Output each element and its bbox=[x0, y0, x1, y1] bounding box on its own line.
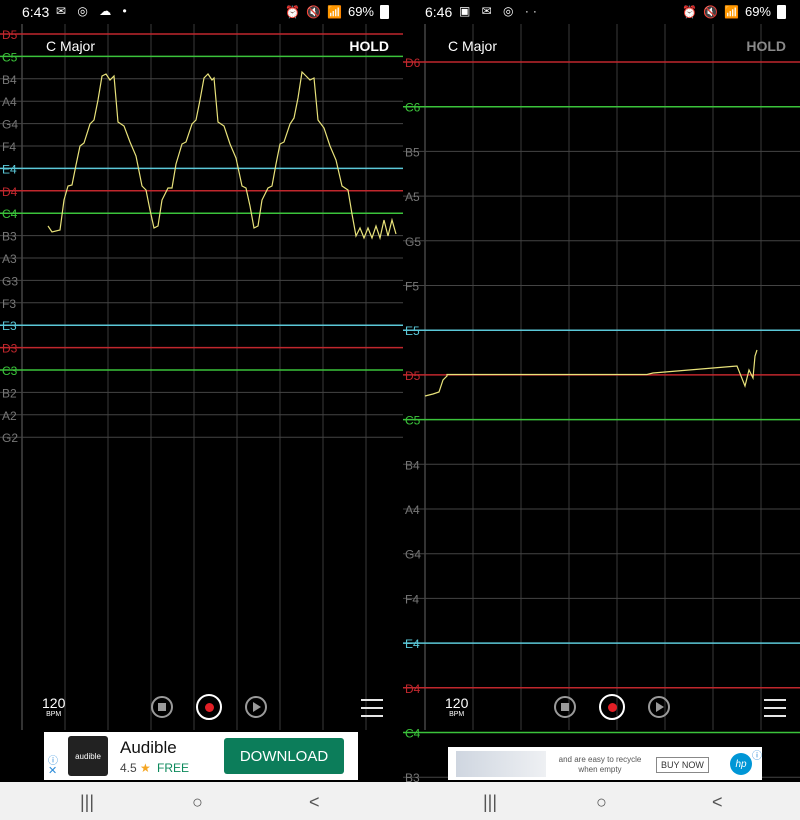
note-label-d4: D4 bbox=[2, 185, 18, 199]
note-label-f5: F5 bbox=[405, 280, 419, 294]
pitch-staff: D5 C5 B4 A4 G4 F4 E4 D4 C4 B3 A3 G3 F3 E3 D3 C3 B2 A2 G2 bbox=[0, 24, 403, 730]
star-icon: ★ bbox=[140, 761, 151, 775]
bpm-value: 120 bbox=[445, 695, 469, 711]
stop-icon bbox=[158, 703, 166, 711]
recents-button[interactable]: ||| bbox=[483, 792, 497, 813]
transport-controls: 120 BPM bbox=[0, 690, 403, 730]
note-label-b3: B3 bbox=[2, 230, 17, 244]
pitch-trace bbox=[424, 349, 758, 397]
note-label-e4: E4 bbox=[2, 162, 17, 176]
hold-button[interactable]: HOLD bbox=[746, 38, 786, 54]
key-selector[interactable]: C Major bbox=[448, 38, 497, 54]
note-label-g4: G4 bbox=[405, 548, 421, 562]
note-label-f4: F4 bbox=[405, 592, 419, 606]
note-label-d5: D5 bbox=[2, 28, 18, 42]
ad-info-icon[interactable]: ⓘ bbox=[752, 747, 762, 762]
note-label-c3: C3 bbox=[2, 364, 18, 378]
hp-logo: hp bbox=[730, 753, 752, 775]
note-label-f4: F4 bbox=[2, 140, 16, 154]
play-button[interactable] bbox=[648, 696, 670, 718]
ad-close-icon[interactable]: ✕ bbox=[48, 764, 57, 777]
home-button[interactable]: ○ bbox=[192, 792, 203, 813]
note-label-e4: E4 bbox=[405, 637, 420, 651]
note-label-a5: A5 bbox=[405, 190, 420, 204]
back-button[interactable]: < bbox=[309, 792, 320, 813]
note-label-g3: G3 bbox=[2, 274, 18, 288]
note-label-b2: B2 bbox=[2, 386, 17, 400]
system-nav-bar: ||| ○ < ||| ○ < bbox=[0, 782, 800, 820]
bpm-value: 120 bbox=[42, 695, 66, 711]
note-label-c5: C5 bbox=[2, 50, 18, 64]
back-button[interactable]: < bbox=[712, 792, 723, 813]
play-button[interactable] bbox=[245, 696, 267, 718]
note-label-c4: C4 bbox=[2, 207, 18, 221]
home-button[interactable]: ○ bbox=[596, 792, 607, 813]
note-label-a2: A2 bbox=[2, 409, 17, 423]
play-icon bbox=[253, 702, 261, 712]
note-label-g4: G4 bbox=[2, 118, 18, 132]
menu-button[interactable] bbox=[764, 699, 786, 717]
right-screen: 6:46 ▣ ✉ ◎ ·· ⏰ 🔇 📶 69% D6 C6 B5 A5 G5 F5 E5 D5… bbox=[403, 0, 800, 782]
note-label-d5: D5 bbox=[405, 369, 421, 383]
note-label-d3: D3 bbox=[2, 342, 18, 356]
pitch-staff: D6C6B5A5G5F5E5D5C5B4A4G4F4E4D4C4B3A3 bbox=[403, 24, 800, 782]
note-label-b4: B4 bbox=[405, 458, 420, 472]
stop-button[interactable] bbox=[554, 696, 576, 718]
note-label-d6: D6 bbox=[405, 56, 421, 70]
ad-product-image bbox=[456, 751, 546, 777]
note-label-a4: A4 bbox=[405, 503, 420, 517]
record-icon bbox=[607, 702, 617, 712]
record-button[interactable] bbox=[196, 694, 222, 720]
note-label-b5: B5 bbox=[405, 145, 420, 159]
note-label-b3: B3 bbox=[405, 771, 420, 782]
recents-button[interactable]: ||| bbox=[80, 792, 94, 813]
stop-button[interactable] bbox=[151, 696, 173, 718]
bpm-unit: BPM bbox=[46, 711, 62, 718]
stop-icon bbox=[561, 703, 569, 711]
note-label-a4: A4 bbox=[2, 95, 17, 109]
note-label-f3: F3 bbox=[2, 297, 16, 311]
record-button[interactable] bbox=[599, 694, 625, 720]
ad-price: FREE bbox=[157, 761, 190, 775]
tempo-display[interactable]: 120 BPM bbox=[42, 696, 65, 719]
transport-controls: 120 BPM bbox=[403, 690, 800, 730]
ad-rating: 4.5 ★ bbox=[120, 761, 151, 775]
ad-banner[interactable]: ⓘ ✕ audible Audible 4.5 ★ FREE DOWNLOAD bbox=[44, 732, 358, 780]
ad-title: Audible bbox=[120, 738, 177, 757]
rating-value: 4.5 bbox=[120, 761, 137, 775]
logo-text: audible bbox=[75, 751, 101, 761]
hold-button[interactable]: HOLD bbox=[349, 38, 389, 54]
play-icon bbox=[656, 702, 664, 712]
ad-text: and are easy to recycle when empty bbox=[558, 755, 642, 774]
note-label-a3: A3 bbox=[2, 252, 17, 266]
key-selector[interactable]: C Major bbox=[46, 38, 95, 54]
note-label-g5: G5 bbox=[405, 235, 421, 249]
bpm-unit: BPM bbox=[449, 711, 465, 718]
note-label-c6: C6 bbox=[405, 101, 421, 115]
download-button[interactable]: DOWNLOAD bbox=[224, 738, 344, 774]
note-label-e3: E3 bbox=[2, 319, 17, 333]
note-label-g2: G2 bbox=[2, 431, 18, 445]
buy-now-button[interactable]: BUY NOW bbox=[656, 757, 709, 773]
ad-banner[interactable]: and are easy to recycle when empty BUY N… bbox=[448, 747, 762, 780]
record-icon bbox=[204, 702, 214, 712]
note-label-c5: C5 bbox=[405, 414, 421, 428]
left-screen: 6:43 ✉ ◎ ☁ • ⏰ 🔇 📶 69% D5 C5 B4 A4 G4 F4 E4 D4 C… bbox=[0, 0, 403, 782]
note-label-b4: B4 bbox=[2, 73, 17, 87]
tempo-display[interactable]: 120 BPM bbox=[445, 696, 468, 719]
menu-button[interactable] bbox=[361, 699, 383, 717]
note-label-e5: E5 bbox=[405, 324, 420, 338]
audible-logo: audible bbox=[68, 736, 108, 776]
